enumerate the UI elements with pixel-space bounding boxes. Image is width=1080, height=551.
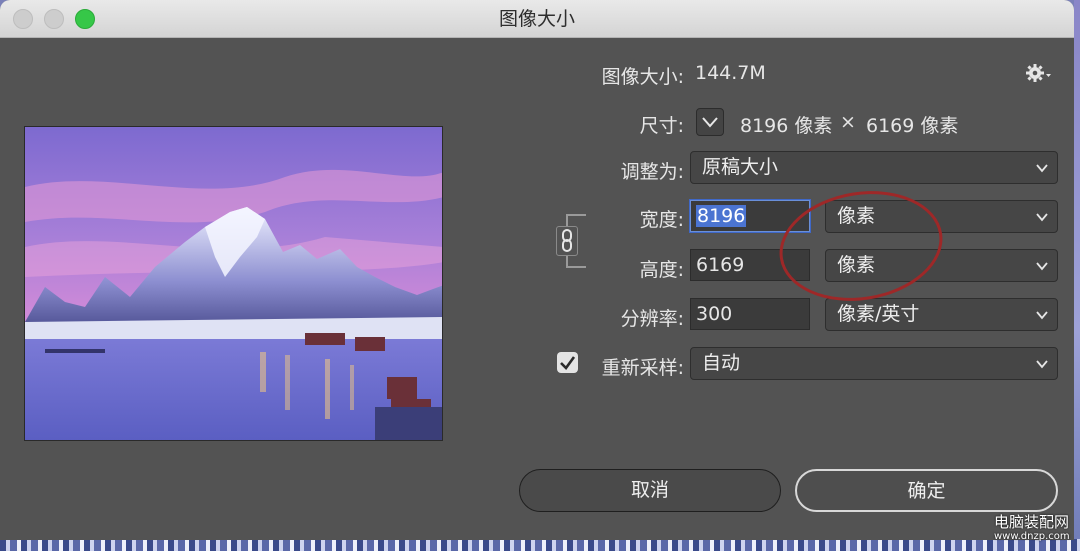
dimensions-units-toggle[interactable] <box>696 108 724 136</box>
chevron-down-icon <box>1036 164 1048 173</box>
width-value: 8196 <box>696 205 747 227</box>
chevron-down-icon <box>1036 360 1048 369</box>
image-preview[interactable] <box>24 126 443 441</box>
resample-select[interactable]: 自动 <box>690 347 1058 380</box>
desktop-background-edge <box>1074 0 1080 551</box>
image-size-label: 图像大小: <box>601 66 684 88</box>
fit-to-select[interactable]: 原稿大小 <box>690 151 1058 184</box>
fit-to-value: 原稿大小 <box>702 156 779 178</box>
dimensions-times: × <box>840 111 856 133</box>
resample-checkbox[interactable] <box>557 352 578 373</box>
site-watermark: 电脑装配网 www.dnzp.com <box>994 513 1074 545</box>
chevron-down-icon <box>1036 213 1048 222</box>
resolution-unit-value: 像素/英寸 <box>837 303 920 325</box>
ok-button[interactable]: 确定 <box>795 469 1058 512</box>
fit-to-label: 调整为: <box>620 161 684 183</box>
resolution-value: 300 <box>696 303 733 325</box>
desktop-background-edge-bottom <box>0 539 1080 551</box>
height-label: 高度: <box>639 259 684 281</box>
window-title: 图像大小 <box>498 8 575 30</box>
gear-icon[interactable] <box>1026 62 1056 84</box>
height-value: 6169 <box>696 254 745 276</box>
chevron-down-icon <box>1046 74 1051 77</box>
resolution-input[interactable]: 300 <box>690 298 810 330</box>
chevron-down-icon <box>1036 311 1048 320</box>
title-bar: 图像大小 <box>0 0 1074 38</box>
image-size-value: 144.7M <box>695 62 766 84</box>
cancel-button[interactable]: 取消 <box>519 469 781 512</box>
image-size-dialog: 图像大小 图像大小: 144.7M 尺寸: 8196 像素 × 6169 像素 … <box>0 0 1074 540</box>
chevron-down-icon <box>702 117 718 128</box>
preview-landscape-image <box>25 127 442 440</box>
checkmark-icon <box>560 356 576 370</box>
dimensions-label: 尺寸: <box>639 115 684 137</box>
resolution-unit-select[interactable]: 像素/英寸 <box>825 298 1058 331</box>
width-label: 宽度: <box>639 209 684 231</box>
dimensions-width: 8196 像素 <box>740 115 833 137</box>
dimensions-height: 6169 像素 <box>866 115 959 137</box>
link-icon[interactable] <box>556 226 578 256</box>
resample-value: 自动 <box>702 352 741 374</box>
watermark-url: www.dnzp.com <box>994 531 1070 542</box>
watermark-name: 电脑装配网 <box>994 513 1070 531</box>
resample-label: 重新采样: <box>601 357 684 379</box>
resolution-label: 分辨率: <box>620 308 684 330</box>
chevron-down-icon <box>1036 262 1048 271</box>
